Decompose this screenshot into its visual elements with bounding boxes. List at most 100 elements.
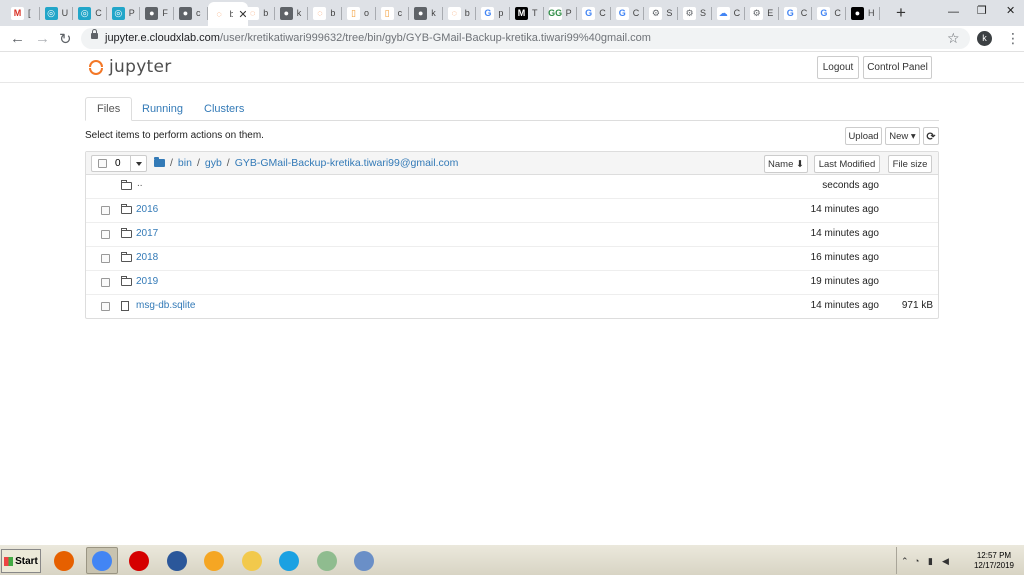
browser-tab[interactable]: ◎ C	[73, 2, 107, 24]
clock-time: 12:57 PM	[976, 551, 1012, 560]
browser-tab[interactable]: Gp	[476, 2, 510, 24]
browser-tab[interactable]: ● H	[846, 2, 880, 24]
bookmark-star-icon[interactable]: ☆	[947, 30, 960, 47]
taskbar-app[interactable]	[48, 547, 80, 574]
forward-icon[interactable]: →	[35, 30, 50, 47]
browser-tab-label: P	[565, 8, 572, 18]
taskbar-app[interactable]	[273, 547, 305, 574]
control-panel-button[interactable]: Control Panel	[863, 56, 932, 79]
file-row[interactable]: 2018 16 minutes ago	[86, 247, 938, 271]
browser-tab[interactable]: ◎ U	[40, 2, 74, 24]
upload-button[interactable]: Upload	[845, 127, 882, 145]
browser-tab-label: k	[431, 8, 436, 18]
file-row[interactable]: msg-db.sqlite 14 minutes ago 971 kB	[86, 295, 938, 319]
file-row[interactable]: 2016 14 minutes ago	[86, 199, 938, 223]
taskbar-app[interactable]	[85, 547, 118, 574]
item-name-link[interactable]: 2019	[136, 276, 158, 287]
browser-tab-label: H	[868, 8, 875, 18]
item-name-link[interactable]: 2018	[136, 252, 158, 263]
row-checkbox[interactable]	[101, 230, 110, 239]
file-row[interactable]: 2019 19 minutes ago	[86, 271, 938, 295]
file-row[interactable]: 2017 14 minutes ago	[86, 223, 938, 247]
browser-tab[interactable]: GG P	[544, 2, 578, 24]
browser-tab-label: b	[330, 8, 336, 18]
browser-tab[interactable]: ◎ P	[107, 2, 141, 24]
browser-tab[interactable]: GC	[779, 2, 813, 24]
breadcrumb-bin[interactable]: bin	[178, 157, 192, 169]
browser-tab[interactable]: ◌ b	[241, 2, 275, 24]
address-bar[interactable]: jupyter.e.cloudxlab.com/user/kretikatiwa…	[81, 28, 970, 49]
document-icon: ▯	[380, 6, 394, 20]
browser-tab-label: c	[196, 8, 201, 18]
lock-icon	[91, 29, 98, 39]
item-name-link[interactable]: 2017	[136, 228, 158, 239]
taskbar-app[interactable]	[236, 547, 268, 574]
new-tab-button[interactable]: +	[896, 3, 906, 23]
select-all-checkbox[interactable]	[98, 159, 107, 168]
browser-tab[interactable]: ● c	[174, 2, 208, 24]
item-name-link[interactable]: 2016	[136, 204, 158, 215]
sort-by-modified-button[interactable]: Last Modified	[814, 155, 880, 173]
start-button[interactable]: Start	[1, 549, 41, 573]
tab-files[interactable]: Files	[85, 97, 133, 121]
browser-tab[interactable]: ⚙ S	[644, 2, 678, 24]
row-checkbox[interactable]	[101, 206, 110, 215]
taskbar-app[interactable]	[161, 547, 193, 574]
show-hidden-icons-icon[interactable]: ⌃	[901, 556, 909, 567]
browser-tab[interactable]: ● F	[140, 2, 174, 24]
minimize-button[interactable]: —	[948, 6, 959, 18]
logout-button[interactable]: Logout	[817, 56, 859, 79]
browser-tab[interactable]: ● k	[409, 2, 443, 24]
browser-tab[interactable]: ◌ b	[308, 2, 342, 24]
browser-tab[interactable]: GC	[812, 2, 846, 24]
row-checkbox[interactable]	[101, 278, 110, 287]
row-checkbox[interactable]	[101, 254, 110, 263]
taskbar-app[interactable]	[348, 547, 380, 574]
breadcrumb-current-folder[interactable]: GYB-GMail-Backup-kretika.tiwari99@gmail.…	[235, 157, 459, 169]
browser-tab[interactable]: MT	[510, 2, 544, 24]
breadcrumb-gyb[interactable]: gyb	[205, 157, 222, 169]
row-checkbox[interactable]	[101, 302, 110, 311]
file-row[interactable]: .. seconds ago	[86, 175, 938, 199]
browser-tab[interactable]: GC	[577, 2, 611, 24]
volume-icon[interactable]: ◀	[942, 556, 949, 567]
taskbar-app[interactable]	[311, 547, 343, 574]
browser-menu-icon[interactable]: ⋮	[1006, 30, 1020, 47]
signal-icon[interactable]: ▮	[928, 556, 933, 567]
browser-tab[interactable]: M[	[6, 2, 40, 24]
reload-icon[interactable]: ↻	[59, 30, 72, 48]
browser-tab[interactable]: ● k	[275, 2, 309, 24]
select-all-dropdown[interactable]: 0	[91, 155, 147, 172]
home-folder-icon[interactable]	[154, 157, 165, 167]
restore-button[interactable]: ❐	[977, 4, 987, 17]
refresh-button[interactable]: ⟳	[923, 127, 939, 145]
jupyter-logo[interactable]: jupyter	[88, 57, 172, 77]
item-name-link[interactable]: msg-db.sqlite	[136, 300, 195, 311]
cloudxlab-icon: ◎	[111, 6, 125, 20]
wifi-icon[interactable]: ◔	[914, 556, 919, 566]
taskbar-app[interactable]	[123, 547, 155, 574]
sort-by-name-button[interactable]: Name ⬇	[764, 155, 808, 173]
clock[interactable]: 12:57 PM 12/17/2019	[974, 551, 1014, 571]
sort-by-size-button[interactable]: File size	[888, 155, 932, 173]
system-tray: ⌃ ◔ ▮ ◀ 12:57 PM 12/17/2019	[896, 547, 1024, 574]
folder-icon	[121, 228, 132, 238]
profile-avatar[interactable]: k	[977, 31, 992, 46]
tab-running[interactable]: Running	[131, 97, 194, 121]
browser-tab[interactable]: ☁ C	[712, 2, 746, 24]
taskbar-app[interactable]	[198, 547, 230, 574]
browser-tab[interactable]: GC	[611, 2, 645, 24]
browser-tab[interactable]: ▯ o	[342, 2, 376, 24]
new-dropdown-button[interactable]: New ▾	[885, 127, 920, 145]
url-text[interactable]: jupyter.e.cloudxlab.com/user/kretikatiwa…	[105, 32, 651, 44]
back-icon[interactable]: ←	[10, 30, 25, 47]
chevron-down-icon[interactable]	[130, 156, 147, 171]
browser-tab[interactable]: ⚙ E	[745, 2, 779, 24]
browser-tab[interactable]: ▯ c	[376, 2, 410, 24]
tab-clusters[interactable]: Clusters	[193, 97, 255, 121]
item-name-link[interactable]: ..	[137, 178, 143, 189]
jupyter-icon: ◌	[246, 6, 260, 20]
browser-tab[interactable]: ◌ b	[443, 2, 477, 24]
browser-tab[interactable]: ⚙ S	[678, 2, 712, 24]
close-window-button[interactable]: ✕	[1006, 4, 1015, 17]
